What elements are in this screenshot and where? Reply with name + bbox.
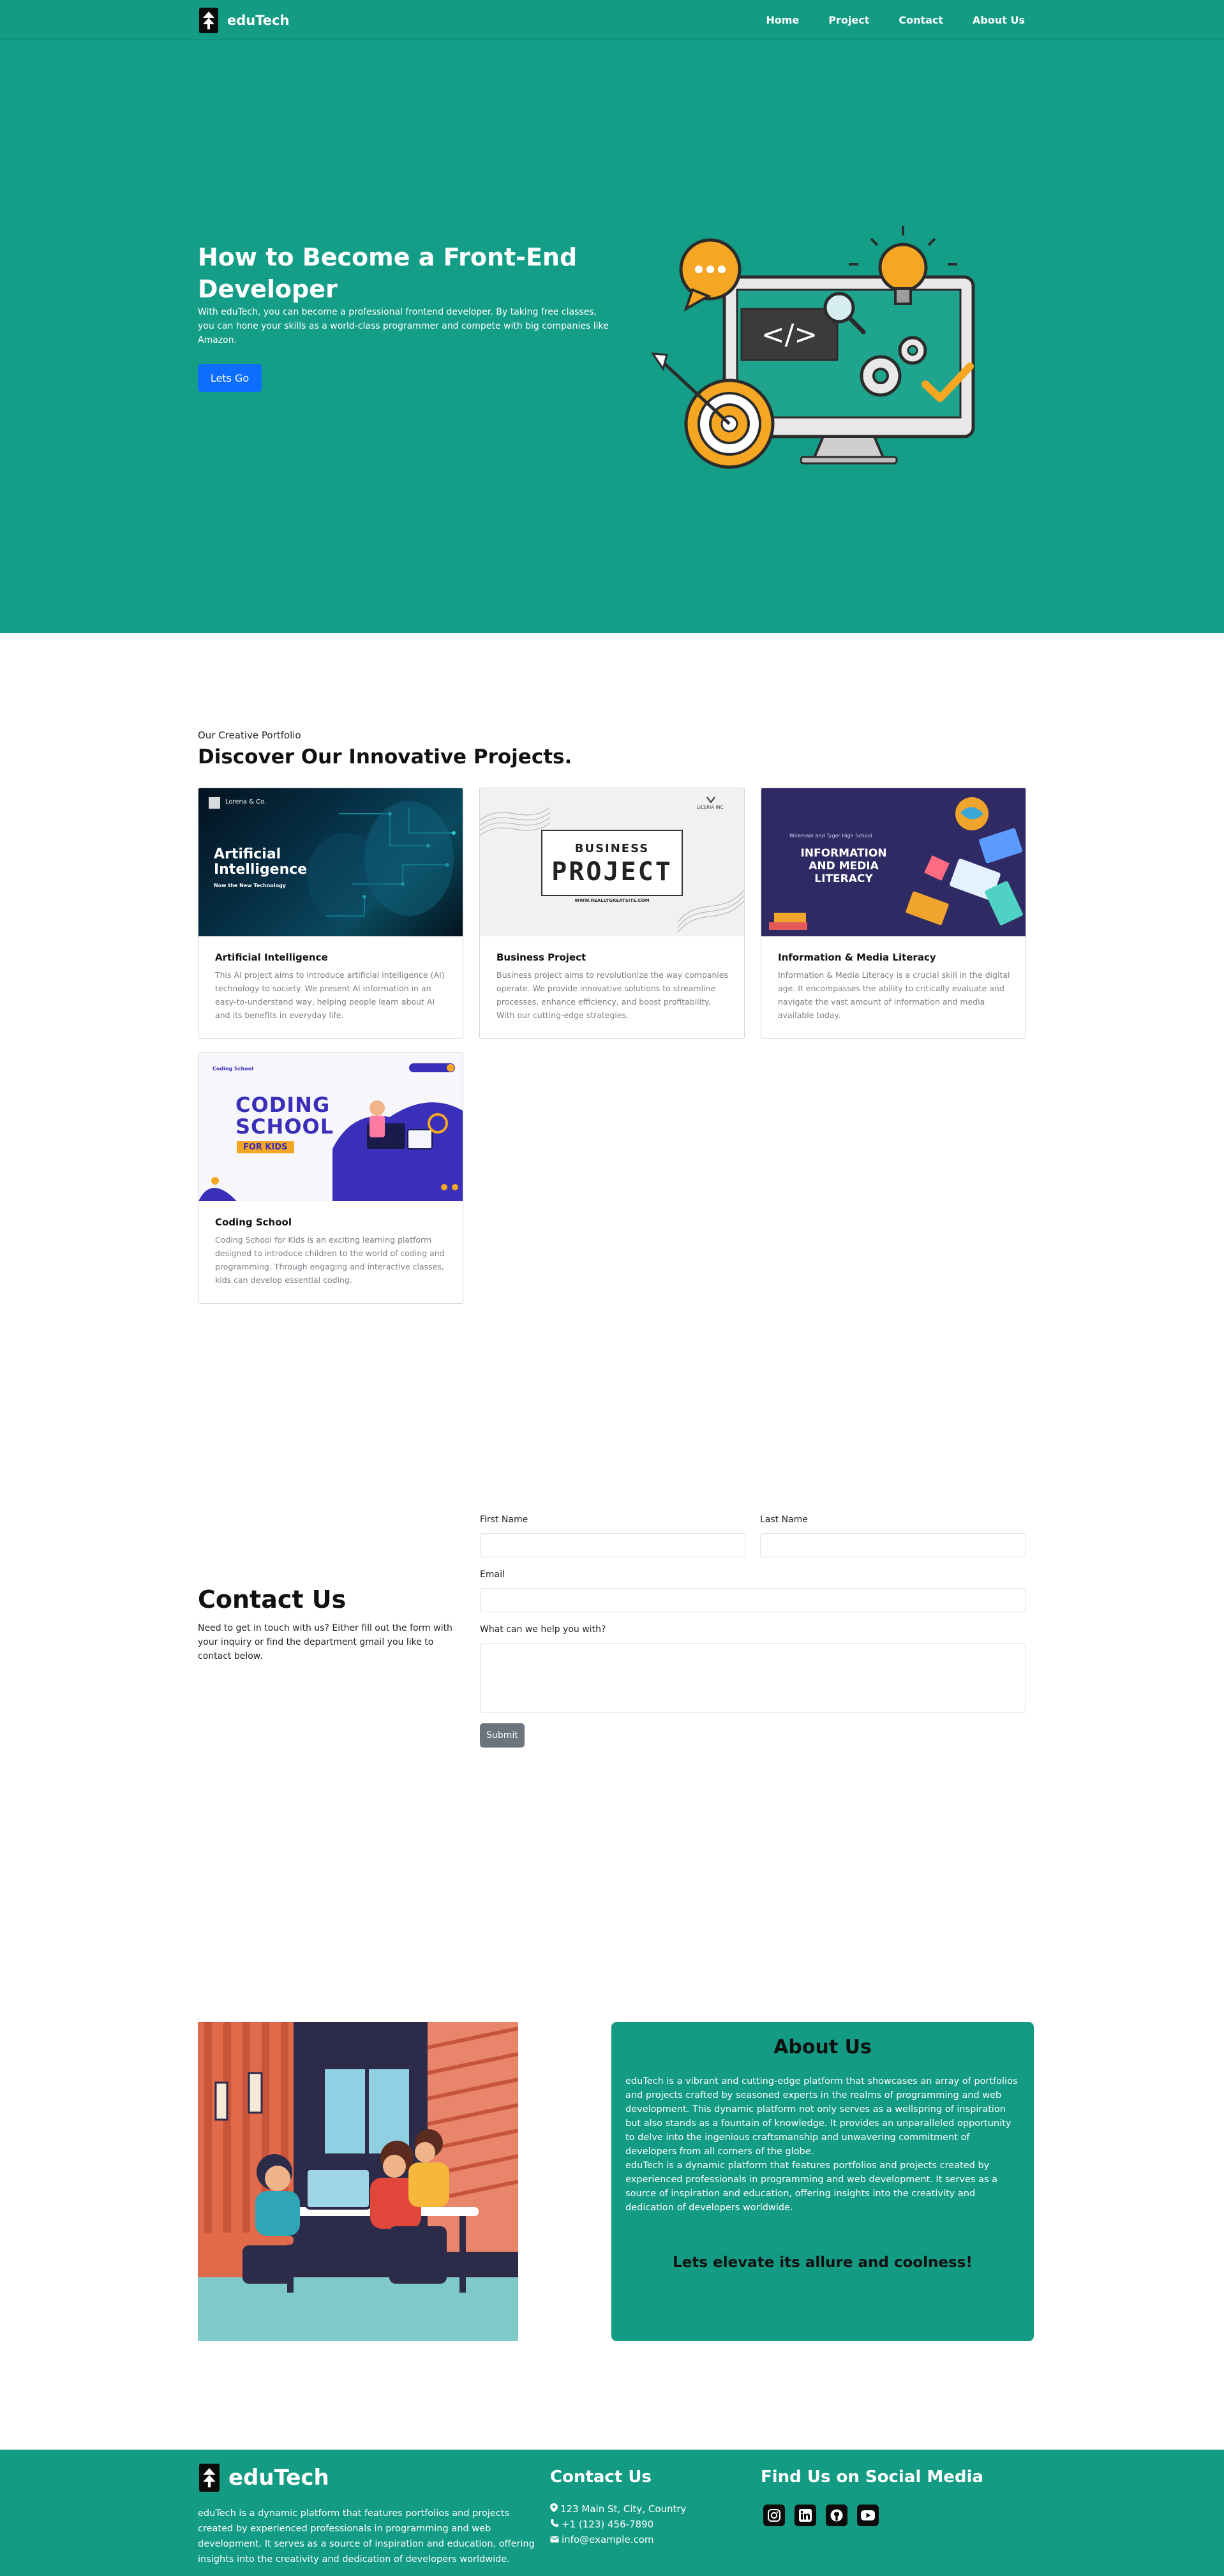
developer-illustration: </> xyxy=(648,213,986,481)
nav-links: Home Project Contact About Us xyxy=(766,0,1025,40)
portfolio-eyebrow: Our Creative Portfolio xyxy=(198,730,301,741)
about-title: About Us xyxy=(773,2036,872,2058)
ai-image-heading: Artificial Intelligence xyxy=(214,846,308,878)
youtube-icon[interactable] xyxy=(857,2505,879,2526)
footer-phone-text[interactable]: +1 (123) 456-7890 xyxy=(562,2519,653,2530)
brand-logo[interactable]: eduTech xyxy=(199,8,289,33)
media-image-school: Wiremain and Tyger High School xyxy=(789,833,872,839)
card-title: Business Project xyxy=(496,952,586,963)
card-title: Coding School xyxy=(215,1217,292,1228)
hero-section: How to Become a Front-End Developer With… xyxy=(0,40,1224,633)
nav-link-contact[interactable]: Contact xyxy=(899,14,943,26)
nav-link-project[interactable]: Project xyxy=(828,14,869,26)
business-card-image: LICERIA INC. BUSINESS PROJECT WWW.REALLY… xyxy=(480,788,744,936)
envelope-icon xyxy=(550,2534,559,2545)
coding-image-line2: SCHOOL xyxy=(235,1114,334,1139)
business-image-url: WWW.REALLYGREATSITE.COM xyxy=(574,898,650,903)
footer: eduTech eduTech is a dynamic platform th… xyxy=(0,2450,1224,2576)
coding-image-logo: Coding School xyxy=(213,1066,253,1072)
lets-go-button[interactable]: Lets Go xyxy=(198,364,262,392)
logo-icon xyxy=(199,8,218,33)
project-card-business[interactable]: LICERIA INC. BUSINESS PROJECT WWW.REALLY… xyxy=(479,788,745,1039)
about-panel: About Us eduTech is a vibrant and cuttin… xyxy=(611,2022,1034,2341)
footer-brand[interactable]: eduTech xyxy=(199,2464,329,2492)
footer-email-text[interactable]: info@example.com xyxy=(562,2534,654,2545)
location-pin-icon xyxy=(550,2503,558,2515)
card-title: Artificial Intelligence xyxy=(215,952,328,963)
brand-name: eduTech xyxy=(227,13,290,28)
card-text: Business project aims to revolutionize t… xyxy=(496,970,729,1020)
last-name-label: Last Name xyxy=(760,1515,808,1525)
footer-address-text: 123 Main St, City, Country xyxy=(560,2503,687,2515)
about-paragraph-1: eduTech is a vibrant and cutting-edge pl… xyxy=(625,2076,1018,2157)
footer-brand-name: eduTech xyxy=(228,2465,329,2490)
contact-text: Need to get in touch with us? Either fil… xyxy=(198,1623,452,1661)
phone-icon xyxy=(550,2519,559,2530)
footer-contact-heading: Contact Us xyxy=(550,2467,652,2487)
hero-title: How to Become a Front-End Developer xyxy=(198,243,578,303)
footer-email: info@example.com xyxy=(550,2534,654,2545)
ai-image-brand: Lorena & Co. xyxy=(225,798,267,805)
media-literacy-card-image: Wiremain and Tyger High School INFORMATI… xyxy=(761,788,1026,936)
portfolio-title: Discover Our Innovative Projects. xyxy=(198,745,572,768)
message-textarea[interactable] xyxy=(480,1643,1026,1713)
first-name-label: First Name xyxy=(480,1515,528,1525)
card-text: Information & Media Literacy is a crucia… xyxy=(778,970,1010,1020)
logo-icon xyxy=(199,2464,220,2492)
card-text: Coding School for Kids is an exciting le… xyxy=(215,1235,445,1285)
business-image-line2: PROJECT xyxy=(551,857,673,887)
nav-link-home[interactable]: Home xyxy=(766,14,799,26)
about-tagline: Lets elevate its allure and coolness! xyxy=(673,2254,973,2271)
hero-text: With eduTech, you can become a professio… xyxy=(198,307,609,345)
footer-description: eduTech is a dynamic platform that featu… xyxy=(198,2508,535,2565)
message-label: What can we help you with? xyxy=(480,1624,606,1635)
email-input[interactable] xyxy=(480,1588,1026,1612)
coding-image-badge: FOR KIDS xyxy=(237,1141,294,1153)
email-label: Email xyxy=(480,1569,505,1580)
business-image-brand: LICERIA INC. xyxy=(697,805,725,810)
submit-button[interactable]: Submit xyxy=(480,1723,525,1748)
project-card-coding-school[interactable]: Coding School CODING SCHOOL FOR KIDS Cod… xyxy=(198,1052,463,1304)
linkedin-icon[interactable] xyxy=(795,2505,816,2526)
card-text: This AI project aims to introduce artifi… xyxy=(215,970,445,1020)
navbar: eduTech Home Project Contact About Us xyxy=(0,0,1224,40)
last-name-input[interactable] xyxy=(760,1533,1026,1557)
footer-social-heading: Find Us on Social Media xyxy=(761,2467,983,2487)
contact-title: Contact Us xyxy=(198,1585,347,1614)
ai-card-image: Lorena & Co. Artificial Intelligence Now… xyxy=(198,788,463,936)
ai-image-sub: Now the New Technology xyxy=(214,883,287,888)
instagram-icon[interactable] xyxy=(763,2505,785,2526)
business-image-line1: BUSINESS xyxy=(574,842,650,855)
coding-image-line1: CODING xyxy=(235,1093,331,1117)
media-image-heading: INFORMATION AND MEDIA LITERACY xyxy=(800,847,887,885)
footer-address: 123 Main St, City, Country xyxy=(550,2503,686,2515)
nav-link-about[interactable]: About Us xyxy=(973,14,1025,26)
about-paragraph-2: eduTech is a dynamic platform that featu… xyxy=(625,2160,998,2213)
coding-school-card-image: Coding School CODING SCHOOL FOR KIDS xyxy=(198,1053,463,1201)
footer-phone: +1 (123) 456-7890 xyxy=(550,2519,653,2530)
project-card-ai[interactable]: Lorena & Co. Artificial Intelligence Now… xyxy=(198,788,463,1039)
first-name-input[interactable] xyxy=(480,1533,745,1557)
github-icon[interactable] xyxy=(826,2505,847,2526)
about-illustration xyxy=(198,2022,518,2341)
project-card-media-literacy[interactable]: Wiremain and Tyger High School INFORMATI… xyxy=(761,788,1026,1039)
svg-text:</>: </> xyxy=(761,318,818,351)
card-title: Information & Media Literacy xyxy=(778,952,936,963)
